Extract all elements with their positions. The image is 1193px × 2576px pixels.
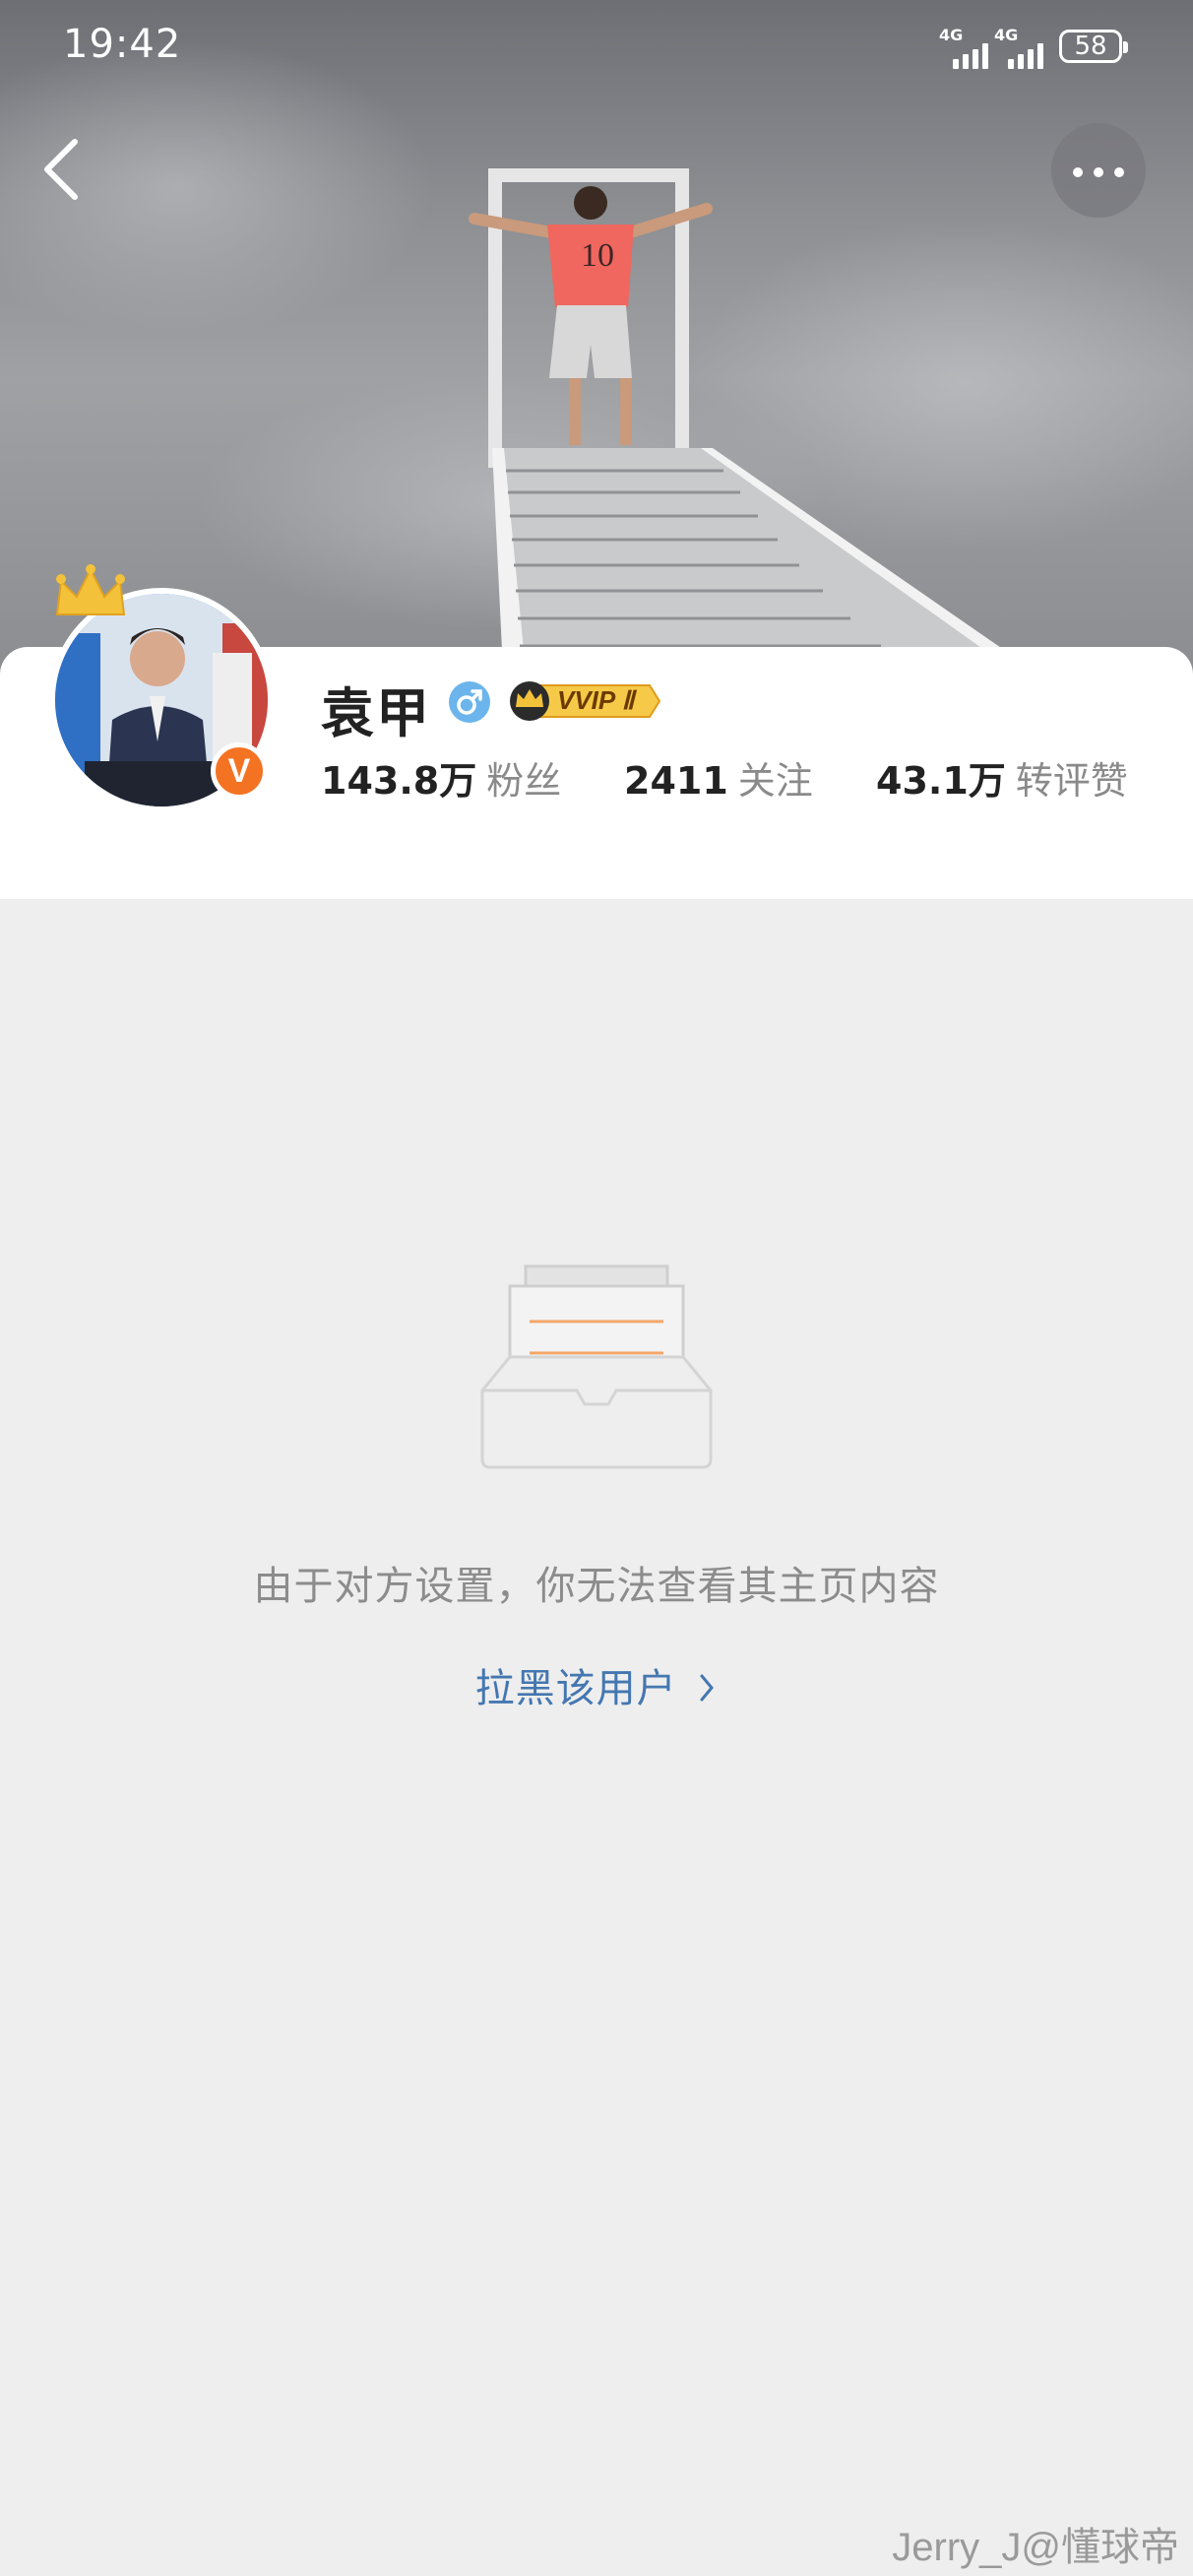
stat-following-value: 2411	[624, 759, 728, 803]
block-user-label: 拉黑该用户	[474, 1666, 677, 1711]
empty-state-message: 由于对方设置，你无法查看其主页内容	[253, 1564, 940, 1609]
stat-interactions-value: 43.1万	[876, 759, 1006, 803]
svg-text:10: 10	[581, 237, 614, 274]
back-button[interactable]	[30, 128, 98, 207]
stat-interactions[interactable]: 43.1万 转评赞	[876, 750, 1128, 805]
cover-scene: 10	[469, 168, 1004, 650]
male-icon	[449, 681, 490, 723]
stat-interactions-label: 转评赞	[1015, 759, 1128, 803]
vip-badge-text: VVIP Ⅱ	[557, 685, 635, 715]
stat-followers-label: 粉丝	[486, 759, 562, 803]
status-bar: 19:42 4G 4G 58	[0, 0, 1193, 98]
status-time: 19:42	[63, 22, 182, 67]
vvip-badge[interactable]: VVIP Ⅱ	[504, 679, 661, 723]
profile-name: 袁甲	[321, 682, 431, 744]
more-options-button[interactable]	[1051, 123, 1146, 218]
watermark: Jerry_J@懂球帝	[892, 2526, 1179, 2569]
block-user-link[interactable]: 拉黑该用户	[0, 1656, 1193, 1713]
back-arrow-icon	[44, 139, 78, 200]
battery-icon: 58	[1059, 30, 1128, 63]
stat-following-label: 关注	[737, 759, 813, 803]
verified-badge: V	[211, 742, 268, 800]
stat-following[interactable]: 2411 关注	[624, 750, 813, 805]
stat-followers-value: 143.8万	[321, 759, 477, 803]
empty-inbox-icon	[480, 1264, 713, 1469]
cover-image[interactable]: 10	[0, 0, 1193, 689]
chevron-right-icon	[700, 1674, 715, 1702]
crown-icon	[55, 564, 126, 615]
stat-followers[interactable]: 143.8万 粉丝	[321, 750, 561, 805]
